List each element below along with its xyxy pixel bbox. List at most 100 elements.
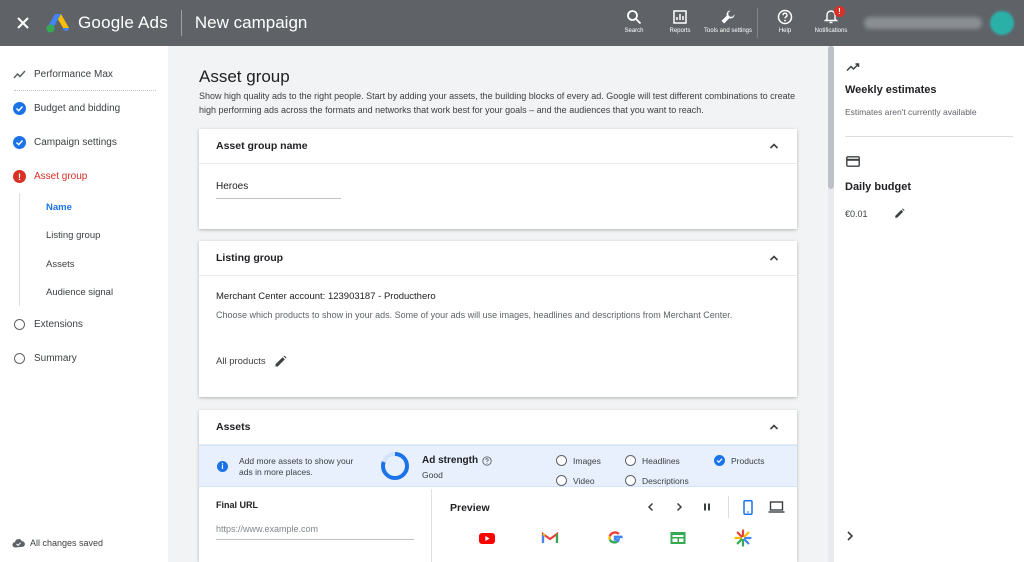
- chevron-up-icon[interactable]: [768, 252, 780, 264]
- listing-selection-value: All products: [216, 356, 266, 367]
- sidebar-subitem-audience-signal[interactable]: Audience signal: [46, 287, 113, 298]
- listing-group-description: Choose which products to show in your ad…: [216, 310, 733, 320]
- ad-strength-tip: Add more assets to show your ads in more…: [239, 456, 354, 477]
- merchant-account: Merchant Center account: 123903187 - Pro…: [216, 291, 436, 302]
- ad-strength-value: Good: [422, 470, 443, 480]
- chevron-left-icon: [647, 502, 654, 512]
- account-name-redacted: [864, 17, 982, 29]
- chevron-right-icon[interactable]: [844, 530, 856, 542]
- sidebar-item-budget-bidding[interactable]: Budget and bidding: [13, 102, 120, 115]
- tools-settings-button[interactable]: Tools and settings: [703, 0, 753, 46]
- ad-strength-bar: i Add more assets to show your ads in mo…: [199, 445, 797, 487]
- weekly-estimates-title: Weekly estimates: [845, 84, 937, 96]
- trend-icon: [13, 68, 26, 81]
- edit-pencil-icon[interactable]: [274, 355, 287, 368]
- checked-circle-icon: [714, 455, 725, 466]
- gmail-icon[interactable]: [541, 529, 559, 547]
- asset-option-label: Video: [573, 475, 595, 486]
- reports-label: Reports: [669, 28, 691, 34]
- sidebar-subitem-name[interactable]: Name: [46, 202, 72, 213]
- sidebar-item-label: Extensions: [34, 319, 83, 330]
- chevron-up-icon[interactable]: [768, 140, 780, 152]
- help-button[interactable]: Help: [762, 0, 808, 46]
- header-divider: [180, 10, 182, 36]
- listing-group-card: Listing group Merchant Center account: 1…: [199, 241, 797, 397]
- google-icon[interactable]: [606, 529, 624, 547]
- sidebar-subitem-listing-group[interactable]: Listing group: [46, 230, 100, 241]
- tools-settings-label: Tools and settings: [703, 28, 753, 34]
- asset-group-name-header[interactable]: Asset group name: [199, 129, 797, 164]
- daily-budget-value: €0.01: [845, 209, 868, 219]
- save-status-text: All changes saved: [30, 538, 104, 548]
- product-name: Google Ads: [78, 13, 168, 32]
- reports-button[interactable]: Reports: [657, 0, 703, 46]
- asset-option-images[interactable]: Images: [556, 455, 601, 466]
- asset-group-name-card: Asset group name Heroes: [199, 129, 797, 229]
- assets-header[interactable]: Assets: [199, 410, 797, 445]
- chevron-up-icon[interactable]: [768, 421, 780, 433]
- smartphone-icon: [743, 499, 753, 515]
- sidebar-item-extensions[interactable]: Extensions: [13, 318, 83, 331]
- asset-option-video[interactable]: Video: [556, 475, 595, 486]
- sidebar-item-summary[interactable]: Summary: [13, 352, 77, 365]
- preview-pause-button[interactable]: [698, 498, 716, 516]
- sidebar-item-asset-group[interactable]: ! Asset group: [13, 170, 87, 183]
- campaign-steps-nav: Performance Max Budget and bidding Campa…: [0, 46, 168, 562]
- ad-strength-label: Ad strength: [422, 455, 492, 466]
- notifications-button[interactable]: ! Notifications: [808, 0, 854, 46]
- final-url-label: Final URL: [216, 500, 258, 510]
- asset-option-label: Products: [731, 455, 765, 466]
- weekly-estimates-status: Estimates aren't currently available: [845, 107, 977, 117]
- help-icon: [777, 9, 793, 25]
- ad-strength-ring: [381, 452, 409, 480]
- assets-column-divider: [431, 489, 432, 562]
- page-title: New campaign: [194, 13, 308, 32]
- search-button[interactable]: Search: [611, 0, 657, 46]
- assets-card: Assets i Add more assets to show your ad…: [199, 410, 797, 562]
- header-tools: Search Reports Tools and settings Help !…: [611, 0, 1024, 46]
- section-intro: Show high quality ads to the right peopl…: [199, 91, 796, 115]
- card-title: Asset group name: [216, 140, 308, 152]
- discover-icon[interactable]: [669, 529, 687, 547]
- step-error-icon: !: [13, 170, 26, 183]
- asset-option-headlines[interactable]: Headlines: [625, 455, 680, 466]
- input-underline: [216, 198, 341, 199]
- checkbox-icon: [625, 475, 636, 486]
- cloud-done-icon: [12, 539, 25, 548]
- sidebar-item-campaign-settings[interactable]: Campaign settings: [13, 136, 117, 149]
- reports-icon: [673, 10, 687, 24]
- display-icon[interactable]: [734, 529, 752, 547]
- panel-divider: [845, 136, 1013, 137]
- help-outline-icon[interactable]: [482, 455, 492, 466]
- daily-budget-title: Daily budget: [845, 181, 912, 193]
- wrench-icon: [721, 10, 735, 24]
- preview-next-button[interactable]: [670, 498, 688, 516]
- sidebar-item-performance-max[interactable]: Performance Max: [13, 68, 113, 81]
- notification-badge: !: [834, 6, 845, 17]
- avatar[interactable]: [990, 11, 1014, 35]
- preview-prev-button[interactable]: [642, 498, 660, 516]
- edit-pencil-icon[interactable]: [894, 208, 905, 219]
- listing-group-header[interactable]: Listing group: [199, 241, 797, 276]
- asset-group-name-input[interactable]: Heroes: [216, 181, 248, 192]
- sidebar-item-label: Budget and bidding: [34, 103, 121, 114]
- save-status: All changes saved: [12, 538, 103, 548]
- account-menu[interactable]: [854, 11, 1024, 35]
- asset-option-descriptions[interactable]: Descriptions: [625, 475, 689, 486]
- google-ads-logo-icon: [46, 14, 69, 33]
- help-label: Help: [778, 28, 792, 34]
- final-url-input[interactable]: https://www.example.com: [216, 524, 318, 534]
- google-ads-logo[interactable]: Google Ads: [46, 12, 168, 34]
- preview-mobile-button[interactable]: [739, 498, 757, 516]
- sidebar-subitem-assets[interactable]: Assets: [46, 259, 75, 270]
- youtube-icon[interactable]: [478, 529, 496, 547]
- close-icon[interactable]: [0, 0, 46, 46]
- asset-option-products[interactable]: Products: [714, 455, 765, 466]
- sidebar-item-label: Asset group: [34, 171, 88, 182]
- trending-up-icon: [846, 63, 860, 72]
- card-title: Listing group: [216, 252, 284, 264]
- asset-option-label: Images: [573, 455, 601, 466]
- asset-option-label: Headlines: [642, 455, 680, 466]
- ad-strength-title: Ad strength: [422, 455, 479, 466]
- preview-desktop-button[interactable]: [767, 498, 785, 516]
